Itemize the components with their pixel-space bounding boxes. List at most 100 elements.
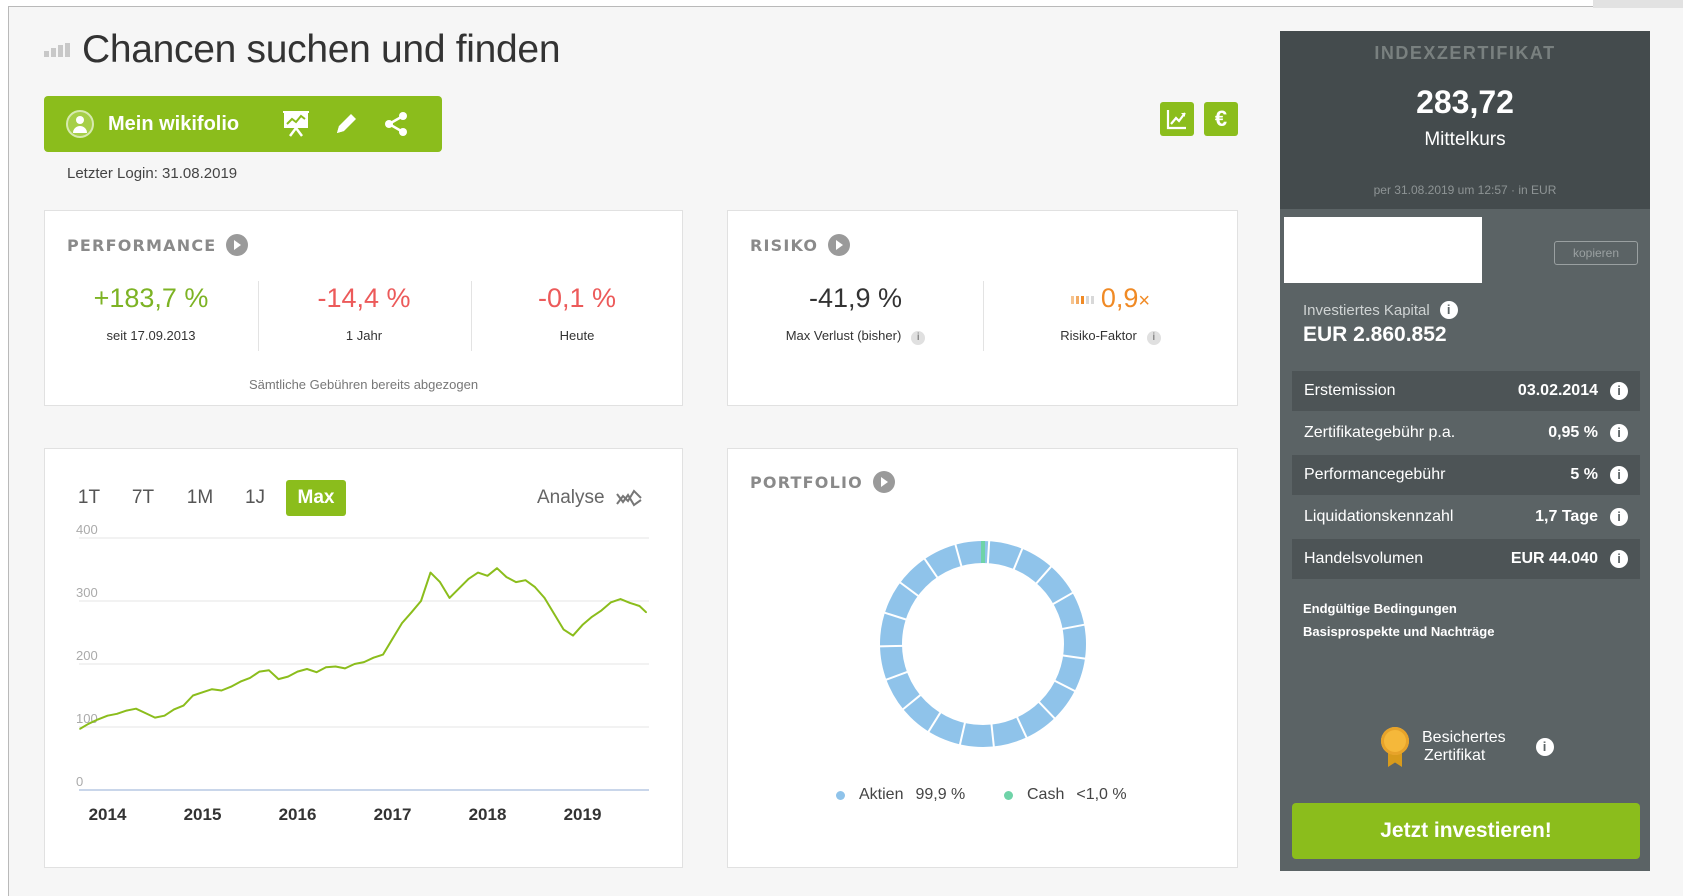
data-point: [287, 675, 289, 678]
risiko-title[interactable]: RISIKO: [750, 234, 851, 256]
risiko-card: RISIKO -41,9 % Max Verlust (bisher) i 0,9…: [727, 210, 1238, 406]
bar-chart-icon: [44, 43, 70, 57]
row-value: 0,95 %: [1548, 424, 1598, 441]
arrow-right-icon: [872, 471, 895, 493]
info-icon[interactable]: i: [911, 331, 926, 345]
legend-cash-label: Cash: [1027, 786, 1065, 803]
data-point: [79, 728, 81, 730]
certificate-date: per 31.08.2019 um 12:57 · in EUR: [1373, 183, 1557, 197]
data-point: [192, 694, 194, 697]
performance-card: PERFORMANCE +183,7 % seit 17.09.2013 -14…: [44, 210, 683, 406]
data-point: [448, 597, 451, 599]
range-max[interactable]: Max: [286, 480, 346, 516]
data-point: [230, 685, 232, 688]
presentation-icon[interactable]: [279, 107, 313, 141]
mein-wikifolio-link[interactable]: Mein wikifolio: [108, 113, 239, 136]
row-value: EUR 44.040: [1510, 550, 1598, 567]
data-point: [401, 622, 403, 624]
data-point: [562, 628, 565, 631]
invested-capital-value: EUR 2.860.852: [1303, 323, 1447, 346]
invest-now-button[interactable]: Jetzt investieren!: [1292, 803, 1640, 859]
data-point: [296, 670, 299, 673]
info-icon[interactable]: i: [1146, 331, 1161, 345]
performance-today-value: -0,1 %: [537, 283, 617, 313]
data-point: [439, 581, 441, 583]
legend-cash-dot: [1004, 790, 1013, 800]
max-loss-label: Max Verlust (bisher): [785, 328, 902, 343]
row-key: Erstemission: [1304, 382, 1396, 399]
performance-title-label: PERFORMANCE: [67, 235, 217, 255]
data-point: [363, 661, 365, 663]
info-icon[interactable]: i: [1610, 466, 1628, 484]
info-icon[interactable]: i: [1535, 738, 1554, 756]
chart-button[interactable]: [1160, 102, 1194, 136]
euro-icon: €: [1214, 106, 1228, 131]
copy-button[interactable]: kopieren: [1554, 241, 1638, 265]
data-point: [163, 714, 166, 717]
legend-aktien: Aktien 99,9 %: [836, 786, 965, 804]
row-value: 1,7 Tage: [1535, 508, 1598, 525]
slice-separator: [879, 644, 904, 648]
performance-stat-total: +183,7 % seit 17.09.2013: [45, 283, 257, 343]
data-point: [372, 656, 375, 659]
data-point: [182, 704, 185, 707]
data-point: [201, 691, 204, 694]
performance-line-chart: 01002003004002014 2015 2016 2017 2018 2019: [76, 522, 649, 824]
info-icon[interactable]: i: [1610, 382, 1628, 400]
data-point: [410, 611, 413, 614]
data-point: [486, 575, 489, 577]
info-icon[interactable]: i: [1439, 301, 1458, 319]
certificate-price-box: INDEXZERTIFIKAT 283,72 Mittelkurs per 31…: [1280, 31, 1650, 209]
performance-title[interactable]: PERFORMANCE: [67, 234, 249, 256]
data-point: [553, 612, 555, 615]
legend-aktien-dot: [836, 790, 845, 800]
window-edge: [1593, 0, 1683, 8]
final-terms-link[interactable]: Endgültige Bedingungen: [1303, 597, 1494, 620]
performance-total-value: +183,7 %: [93, 283, 209, 313]
secured-certificate: Besichertes Zertifikat i: [1380, 727, 1554, 767]
arrow-right-icon: [226, 234, 249, 256]
data-point: [610, 601, 612, 604]
performance-today-label: Heute: [559, 328, 595, 343]
analyse-link[interactable]: Analyse: [537, 480, 643, 516]
risk-factor-stat: 0,9× Risiko-Faktor i: [983, 283, 1238, 345]
range-1t[interactable]: 1T: [74, 480, 104, 516]
data-point: [619, 598, 622, 600]
x-tick-label: 2014: [89, 805, 127, 824]
max-loss-value: -41,9 %: [808, 283, 903, 313]
range-1m[interactable]: 1M: [182, 480, 218, 516]
performance-stat-today: -0,1 % Heute: [471, 283, 683, 343]
row-key: Handelsvolumen: [1304, 550, 1424, 567]
secured-line1: Besichertes: [1422, 729, 1506, 746]
data-point: [258, 670, 261, 673]
page-title: Chancen suchen und finden: [82, 28, 561, 71]
data-point: [344, 667, 346, 670]
data-point: [420, 600, 422, 602]
analyse-icon: [615, 489, 642, 507]
euro-button[interactable]: €: [1204, 102, 1238, 136]
data-point: [534, 586, 536, 588]
row-handelsvolumen: Handelsvolumen EUR 44.040 i: [1292, 539, 1640, 579]
prospectus-link[interactable]: Basisprospekte und Nachträge: [1303, 620, 1494, 643]
row-key: Liquidationskennzahl: [1304, 508, 1454, 525]
info-icon[interactable]: i: [1610, 424, 1628, 442]
arrow-right-icon: [828, 234, 851, 256]
performance-1y-label: 1 Jahr: [345, 328, 383, 343]
info-icon[interactable]: i: [1610, 508, 1628, 526]
data-point: [239, 680, 242, 683]
info-icon[interactable]: i: [1610, 550, 1628, 568]
wikifolio-toolbar: Mein wikifolio: [44, 96, 442, 152]
range-1j[interactable]: 1J: [240, 480, 270, 516]
portfolio-title[interactable]: PORTFOLIO: [750, 471, 895, 493]
data-point: [173, 708, 175, 711]
slice-aktien: [880, 541, 1086, 747]
data-point: [645, 611, 647, 614]
share-icon[interactable]: [379, 107, 413, 141]
last-login-text: Letzter Login: 31.08.2019: [67, 165, 238, 182]
range-7t[interactable]: 7T: [126, 480, 160, 516]
row-liquidationskennzahl: Liquidationskennzahl 1,7 Tage i: [1292, 497, 1640, 537]
data-point: [277, 678, 280, 680]
edit-pencil-icon[interactable]: [329, 107, 363, 141]
data-point: [467, 578, 470, 580]
data-point: [154, 716, 156, 719]
